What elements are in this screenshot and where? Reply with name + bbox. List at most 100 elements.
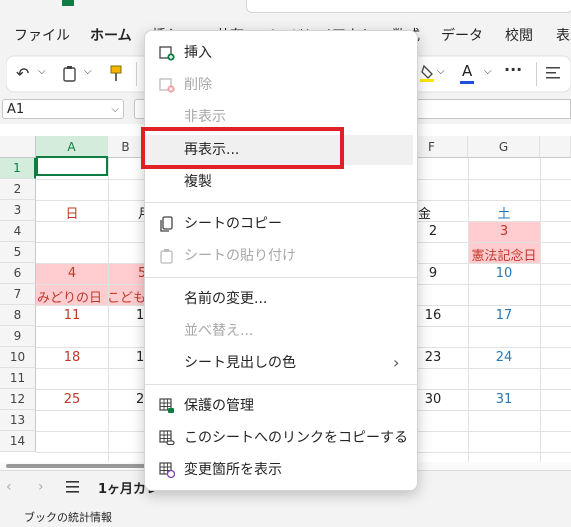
chevron-down-icon[interactable]: ⌵: [111, 100, 119, 120]
cell-a3: 日: [65, 207, 79, 222]
active-cell-selection[interactable]: [36, 156, 108, 176]
formula-input[interactable]: [134, 99, 144, 119]
row-header-12[interactable]: 12: [0, 389, 36, 410]
menu-item-show-changes[interactable]: 変更箇所を表示: [145, 456, 417, 484]
chevron-down-icon[interactable]: ⌵: [84, 66, 92, 77]
search-box[interactable]: [246, 0, 571, 13]
highlight-box: [141, 127, 344, 169]
row-header-8[interactable]: 8: [0, 305, 36, 326]
row-header-9[interactable]: 9: [0, 326, 36, 347]
row-header-11[interactable]: 11: [0, 368, 36, 389]
menu-item-label: シートのコピー: [184, 216, 282, 232]
menu-item-insert[interactable]: 挿入: [145, 39, 417, 67]
menu-item-copy-link[interactable]: このシートへのリンクをコピーする: [145, 424, 417, 452]
menu-item-paste-sheet[interactable]: シートの貼り付け: [145, 242, 417, 270]
row-header-2[interactable]: 2: [0, 179, 36, 200]
chevron-right-icon[interactable]: ›: [38, 479, 44, 495]
formula-input-right[interactable]: [418, 99, 571, 119]
menu-item-label: 削除: [184, 77, 212, 93]
copy-icon: [160, 216, 173, 232]
cell-a8: 11: [63, 308, 81, 323]
row-header-7[interactable]: 7: [0, 284, 36, 305]
chevron-left-icon[interactable]: ‹: [6, 479, 12, 495]
delete-sheet-icon: [159, 78, 175, 93]
font-color-icon[interactable]: A: [462, 62, 472, 80]
menu-item-label: シートの貼り付け: [184, 248, 296, 264]
undo-icon[interactable]: ↶: [16, 64, 29, 83]
fill-color-icon[interactable]: [420, 63, 438, 83]
workbook-statistics[interactable]: ブックの統計情報: [24, 509, 112, 525]
format-painter-icon[interactable]: [108, 64, 124, 84]
row-header-4[interactable]: 4: [0, 221, 36, 242]
row-header-14[interactable]: 14: [0, 431, 36, 452]
more-options-icon[interactable]: ···: [504, 60, 522, 79]
row-header-5[interactable]: 5: [0, 242, 36, 263]
tab-file[interactable]: ファイル: [14, 25, 70, 45]
chevron-down-icon[interactable]: ⌵: [437, 66, 445, 77]
clipboard-icon[interactable]: [62, 65, 78, 83]
sheet-list-icon[interactable]: [66, 481, 80, 493]
menu-item-delete[interactable]: 削除: [145, 71, 417, 99]
menu-item-label: 保護の管理: [184, 398, 254, 414]
column-header-b[interactable]: B: [108, 136, 144, 158]
paste-icon: [160, 249, 173, 264]
column-header-g[interactable]: G: [468, 136, 540, 158]
scrollbar-thumb[interactable]: [6, 464, 146, 468]
menu-item-duplicate[interactable]: 複製: [145, 168, 417, 196]
font-color-swatch: [460, 81, 474, 84]
cell-f4: 2: [428, 224, 438, 239]
row-header-3[interactable]: 3: [0, 200, 36, 221]
cell-f6: 9: [428, 266, 438, 281]
cell-g4: 3: [499, 224, 509, 239]
cell-a7: みどりの日: [37, 291, 103, 306]
cell-f3: 金: [418, 207, 432, 222]
protect-icon: [159, 398, 174, 413]
select-all-corner[interactable]: [0, 136, 36, 158]
name-box-value: A1: [7, 102, 25, 117]
menu-item-manage-protection[interactable]: 保護の管理: [145, 392, 417, 420]
menu-item-label: このシートへのリンクをコピーする: [184, 430, 408, 446]
cell-f12: 30: [424, 392, 442, 407]
tab-home[interactable]: ホーム: [90, 25, 132, 45]
menu-item-label: シート見出しの色: [184, 355, 296, 371]
row-header-6[interactable]: 6: [0, 263, 36, 284]
tab-review[interactable]: 校閲: [505, 25, 533, 45]
row-header-1[interactable]: 1: [0, 158, 36, 179]
cell-a12: 25: [63, 392, 81, 407]
menu-item-tab-color[interactable]: シート見出しの色 ›: [145, 349, 417, 377]
cell-f8: 16: [424, 308, 442, 323]
name-box[interactable]: A1 ⌵: [2, 99, 124, 119]
insert-sheet-icon: [159, 46, 175, 61]
tab-data[interactable]: データ: [441, 25, 483, 45]
align-left-icon[interactable]: [546, 65, 562, 81]
cell-g10: 24: [495, 350, 513, 365]
menu-separator: [145, 202, 417, 203]
menu-separator: [145, 384, 417, 385]
tab-view[interactable]: 表示: [556, 25, 571, 45]
changes-icon: [159, 462, 175, 478]
column-header-a[interactable]: A: [36, 136, 108, 158]
cell-g8: 17: [495, 308, 513, 323]
toolbar-divider: [136, 62, 137, 86]
link-icon: [159, 430, 175, 446]
cell-a10: 18: [63, 350, 81, 365]
menu-item-reorder[interactable]: 並べ替え...: [145, 317, 417, 345]
cell-g6: 10: [495, 266, 513, 281]
menu-item-rename[interactable]: 名前の変更...: [145, 285, 417, 313]
row-header-13[interactable]: 13: [0, 410, 36, 431]
cell-g12: 31: [495, 392, 513, 407]
menu-item-label: 複製: [184, 174, 212, 190]
chevron-down-icon[interactable]: ⌵: [38, 66, 46, 77]
menu-item-label: 並べ替え...: [184, 323, 254, 339]
chevron-right-icon: ›: [393, 353, 400, 372]
column-header-h[interactable]: [540, 136, 571, 158]
menu-item-copy-sheet[interactable]: シートのコピー: [145, 210, 417, 238]
menu-item-label: 挿入: [184, 45, 212, 61]
toolbar-divider: [536, 62, 537, 86]
menu-item-label: 名前の変更...: [184, 291, 268, 307]
gridline: [540, 158, 541, 462]
chevron-down-icon[interactable]: ⌵: [484, 66, 492, 77]
row-header-10[interactable]: 10: [0, 347, 36, 368]
cell-g5: 憲法記念日: [471, 249, 537, 264]
status-bar: ブックの統計情報: [0, 505, 571, 527]
